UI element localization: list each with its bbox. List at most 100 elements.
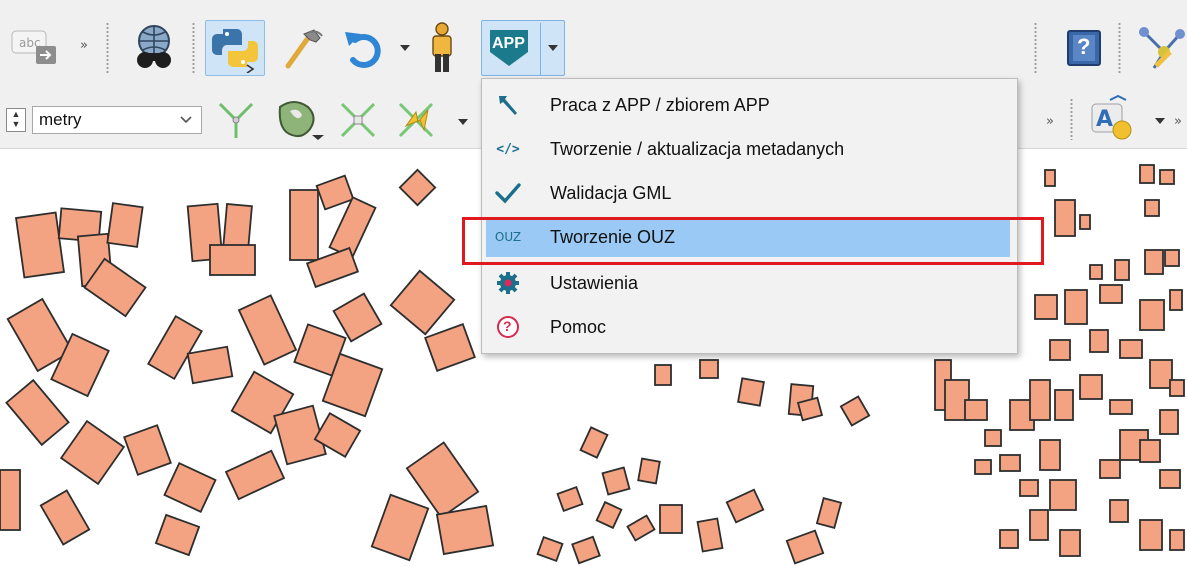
- units-stepper[interactable]: ▲ ▼: [6, 108, 26, 132]
- menu-item-label: Ustawienia: [550, 272, 639, 293]
- label-style-button[interactable]: A: [1086, 94, 1146, 144]
- building-footprint: [1159, 169, 1175, 185]
- building-footprint: [839, 395, 871, 427]
- building-footprint: [332, 292, 383, 343]
- building-footprint: [571, 535, 601, 565]
- building-footprint: [659, 504, 683, 534]
- building-footprint: [637, 457, 661, 485]
- building-footprint: [1114, 259, 1130, 281]
- network-edit-icon: [1139, 27, 1185, 69]
- building-footprint: [1159, 469, 1181, 489]
- menu-item-metadane[interactable]: </> Tworzenie / aktualizacja metadanych: [486, 129, 1010, 169]
- building-footprint: [1169, 289, 1183, 311]
- building-footprint: [595, 500, 623, 530]
- menu-item-praca-z-app[interactable]: Praca z APP / zbiorem APP: [486, 85, 1010, 125]
- building-footprint: [328, 196, 377, 259]
- hammer-wrench-icon: [285, 29, 323, 69]
- building-footprint: [398, 168, 437, 207]
- help-contents-button[interactable]: ?: [1062, 26, 1106, 70]
- building-footprint: [186, 345, 234, 385]
- building-footprint: [1089, 264, 1103, 280]
- cross-lines-icon: [340, 102, 376, 138]
- undo-arrow-icon: [345, 32, 381, 68]
- gear-icon: [492, 267, 524, 299]
- building-footprint: [1164, 249, 1180, 267]
- units-select-value: metry: [39, 110, 82, 129]
- building-footprint: [1019, 479, 1039, 497]
- building-footprint: [796, 396, 824, 422]
- processing-toolbox-button[interactable]: [276, 22, 328, 74]
- toolbar-grip[interactable]: [1070, 98, 1073, 140]
- building-footprint: [1144, 249, 1164, 275]
- snap-tool-button[interactable]: [392, 96, 440, 144]
- building-footprint: [556, 485, 584, 513]
- intersect-tool-button[interactable]: [334, 96, 382, 144]
- building-footprint: [389, 269, 456, 336]
- building-footprint: [15, 211, 65, 279]
- toolbar-overflow-chevron[interactable]: »: [1046, 114, 1054, 129]
- label-style-dropdown-icon[interactable]: [1155, 118, 1165, 124]
- building-footprint: [984, 429, 1002, 447]
- menu-item-ustawienia[interactable]: Ustawienia: [486, 263, 1010, 303]
- undo-dropdown-icon[interactable]: [400, 45, 410, 51]
- building-footprint: [123, 424, 172, 476]
- code-tags-icon: </>: [496, 141, 520, 157]
- chevron-down-icon: [180, 116, 192, 124]
- building-footprint: [999, 454, 1021, 472]
- building-footprint: [699, 359, 719, 379]
- label-tool-button[interactable]: abc: [8, 26, 66, 70]
- app-dropdown-arrow-icon[interactable]: [548, 45, 558, 51]
- building-footprint: [237, 294, 298, 366]
- annotation-highlight-box: [462, 217, 1044, 265]
- building-footprint: [725, 488, 765, 524]
- app-plugin-label: APP: [492, 35, 525, 52]
- building-footprint: [1089, 329, 1109, 353]
- person-icon: [432, 22, 452, 72]
- building-footprint: [1044, 169, 1056, 187]
- building-footprint: [1109, 399, 1133, 415]
- split-feature-button[interactable]: [212, 96, 260, 144]
- split-lines-icon: [218, 102, 254, 138]
- toolbar-grip[interactable]: [1034, 22, 1037, 74]
- button-divider: [540, 23, 541, 75]
- building-footprint: [1049, 339, 1071, 361]
- geosearch-button[interactable]: [124, 22, 184, 74]
- building-footprint: [1029, 509, 1049, 541]
- building-footprint: [59, 419, 126, 486]
- building-footprint: [737, 377, 765, 407]
- toolbar-overflow-chevron[interactable]: »: [1174, 114, 1182, 129]
- building-footprint: [1139, 439, 1161, 463]
- building-footprint: [315, 174, 355, 211]
- snap-dropdown-icon[interactable]: [458, 119, 468, 125]
- building-footprint: [1039, 439, 1061, 471]
- toolbar-grip[interactable]: [106, 22, 109, 74]
- building-footprint: [1099, 459, 1121, 479]
- plugin-extra-button[interactable]: [1134, 22, 1186, 74]
- building-footprint: [999, 529, 1019, 549]
- app-plugin-button[interactable]: APP: [481, 20, 565, 76]
- polygon-tool-button[interactable]: [270, 94, 330, 146]
- building-footprint: [222, 203, 253, 252]
- undo-button[interactable]: [338, 24, 390, 72]
- toolbar-grip[interactable]: [192, 22, 195, 74]
- building-footprint: [424, 323, 476, 372]
- menu-item-pomoc[interactable]: ? Pomoc: [486, 307, 1010, 347]
- building-footprint: [0, 469, 21, 531]
- help-glyph: ?: [1077, 34, 1091, 59]
- building-footprint: [1029, 379, 1051, 421]
- toolbar-overflow-chevron[interactable]: »: [80, 38, 88, 53]
- menu-item-walidacja-gml[interactable]: Walidacja GML: [486, 173, 1010, 213]
- svg-text:A: A: [1096, 107, 1113, 132]
- building-footprint: [209, 244, 256, 276]
- building-footprint: [1144, 199, 1160, 217]
- building-footprint: [39, 489, 91, 546]
- building-footprint: [1159, 409, 1179, 435]
- toolbar-grip[interactable]: [1118, 22, 1121, 74]
- python-console-button[interactable]: [205, 20, 265, 76]
- identify-person-button[interactable]: [422, 22, 462, 74]
- building-footprint: [1149, 359, 1173, 389]
- building-footprint: [601, 466, 631, 496]
- building-footprint: [1169, 529, 1185, 551]
- building-footprint: [163, 461, 217, 514]
- units-select[interactable]: metry: [32, 106, 202, 134]
